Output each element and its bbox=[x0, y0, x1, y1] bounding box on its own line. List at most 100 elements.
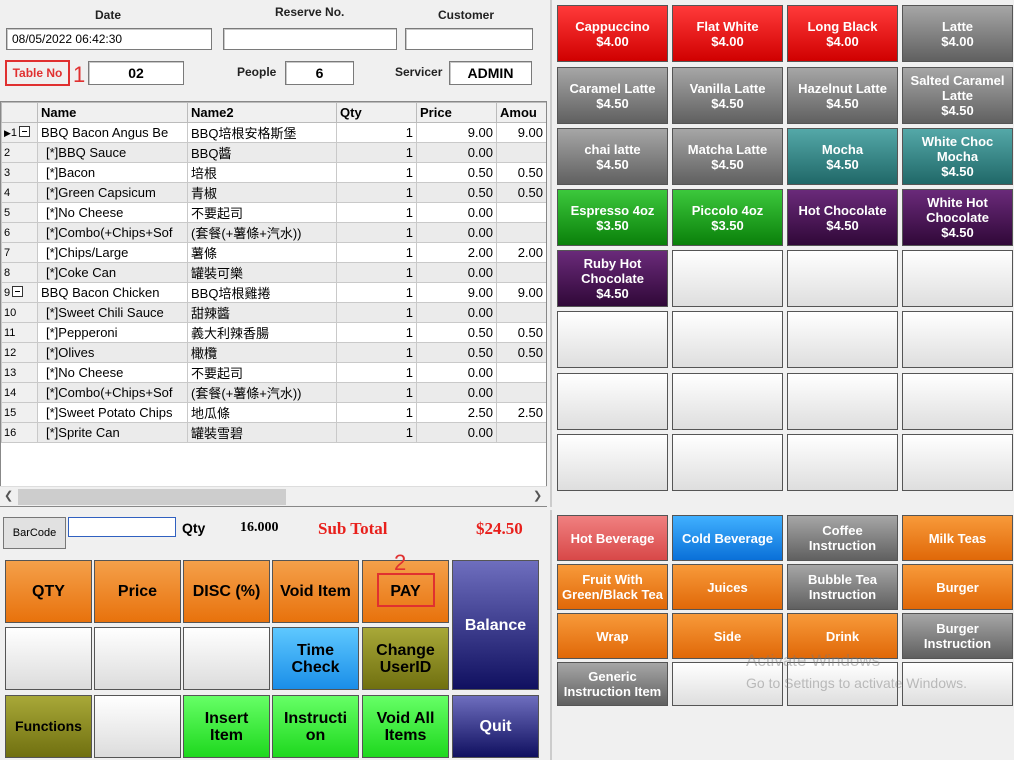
category-button[interactable]: Milk Teas bbox=[902, 515, 1013, 561]
category-button[interactable]: Fruit With Green/Black Tea bbox=[557, 564, 668, 610]
discount-button[interactable]: DISC (%) bbox=[183, 560, 270, 623]
product-button[interactable]: Cappuccino $4.00 bbox=[557, 5, 668, 62]
category-button[interactable]: Coffee Instruction bbox=[787, 515, 898, 561]
product-button[interactable]: Hazelnut Latte $4.50 bbox=[787, 67, 898, 124]
table-row[interactable]: 11 [*]Pepperoni 義大利辣香腸 1 0.50 0.50 bbox=[1, 322, 546, 343]
product-button[interactable]: Matcha Latte $4.50 bbox=[672, 128, 783, 185]
quit-button[interactable]: Quit bbox=[452, 695, 539, 758]
barcode-button[interactable]: BarCode bbox=[3, 517, 66, 549]
reserve-field[interactable] bbox=[223, 28, 397, 50]
row-header[interactable]: 3 bbox=[1, 162, 38, 183]
category-button[interactable]: Bubble Tea Instruction bbox=[787, 564, 898, 610]
table-row[interactable]: 4 [*]Green Capsicum 青椒 1 0.50 0.50 bbox=[1, 182, 546, 203]
product-button[interactable]: Latte $4.00 bbox=[902, 5, 1013, 62]
table-row[interactable]: 6 [*]Combo(+Chips+Sof (套餐(+薯條+汽水)) 1 0.00 bbox=[1, 222, 546, 243]
table-row[interactable]: 3 [*]Bacon 培根 1 0.50 0.50 bbox=[1, 162, 546, 183]
row-header[interactable]: 7 bbox=[1, 242, 38, 263]
void-item-button[interactable]: Void Item bbox=[272, 560, 359, 623]
scroll-right-icon[interactable]: ❯ bbox=[533, 489, 542, 502]
empty-product-slot[interactable] bbox=[672, 250, 783, 307]
category-button[interactable]: Generic Instruction Item bbox=[557, 662, 668, 706]
table-row[interactable]: 2 [*]BBQ Sauce BBQ醬 1 0.00 bbox=[1, 142, 546, 163]
row-header[interactable]: 15 bbox=[1, 402, 38, 423]
row-header[interactable]: 13 bbox=[1, 362, 38, 383]
empty-category-slot[interactable] bbox=[902, 662, 1013, 706]
product-button[interactable]: Caramel Latte $4.50 bbox=[557, 67, 668, 124]
horizontal-scrollbar[interactable]: ❮ ❯ bbox=[0, 486, 547, 506]
table-row[interactable]: 5 [*]No Cheese 不要起司 1 0.00 bbox=[1, 202, 546, 223]
empty-product-slot[interactable] bbox=[557, 373, 668, 430]
table-row[interactable]: 10 [*]Sweet Chili Sauce 甜辣醬 1 0.00 bbox=[1, 302, 546, 323]
product-button[interactable]: Long Black $4.00 bbox=[787, 5, 898, 62]
empty-function-button[interactable] bbox=[183, 627, 270, 690]
empty-product-slot[interactable] bbox=[672, 373, 783, 430]
row-header[interactable]: 16 bbox=[1, 422, 38, 443]
product-button[interactable]: Piccolo 4oz $3.50 bbox=[672, 189, 783, 246]
empty-product-slot[interactable] bbox=[787, 311, 898, 368]
collapse-icon[interactable] bbox=[12, 286, 24, 297]
people-field[interactable]: 6 bbox=[285, 61, 354, 85]
barcode-input[interactable] bbox=[68, 517, 176, 537]
table-row[interactable]: ▶1 BBQ Bacon Angus Be BBQ培根安格斯堡 1 9.00 9.00 bbox=[1, 122, 546, 143]
table-row[interactable]: 13 [*]No Cheese 不要起司 1 0.00 bbox=[1, 362, 546, 383]
product-button[interactable]: Ruby Hot Chocolate $4.50 bbox=[557, 250, 668, 307]
row-header[interactable]: 5 bbox=[1, 202, 38, 223]
instruction-button[interactable]: Instructi on bbox=[272, 695, 359, 758]
row-header[interactable]: 12 bbox=[1, 342, 38, 363]
empty-function-button[interactable] bbox=[5, 627, 92, 690]
empty-product-slot[interactable] bbox=[557, 311, 668, 368]
row-header[interactable]: 4 bbox=[1, 182, 38, 203]
table-no-field[interactable]: 02 bbox=[88, 61, 184, 85]
row-header[interactable]: 9 bbox=[1, 282, 38, 303]
product-button[interactable]: Vanilla Latte $4.50 bbox=[672, 67, 783, 124]
table-row[interactable]: 9 BBQ Bacon Chicken BBQ培根雞捲 1 9.00 9.00 bbox=[1, 282, 546, 303]
column-header-amount[interactable]: Amou bbox=[496, 102, 546, 123]
empty-function-button[interactable] bbox=[94, 627, 181, 690]
collapse-icon[interactable] bbox=[19, 126, 31, 137]
table-row[interactable]: 16 [*]Sprite Can 罐裝雪碧 1 0.00 bbox=[1, 422, 546, 443]
product-button[interactable]: Mocha $4.50 bbox=[787, 128, 898, 185]
row-header[interactable]: 8 bbox=[1, 262, 38, 283]
empty-product-slot[interactable] bbox=[672, 311, 783, 368]
product-button[interactable]: Hot Chocolate $4.50 bbox=[787, 189, 898, 246]
category-button[interactable]: Side bbox=[672, 613, 783, 659]
time-check-button[interactable]: Time Check bbox=[272, 627, 359, 690]
product-button[interactable]: Espresso 4oz $3.50 bbox=[557, 189, 668, 246]
customer-field[interactable] bbox=[405, 28, 533, 50]
scrollbar-thumb[interactable] bbox=[18, 489, 286, 505]
insert-item-button[interactable]: Insert Item bbox=[183, 695, 270, 758]
empty-product-slot[interactable] bbox=[672, 434, 783, 491]
functions-button[interactable]: Functions bbox=[5, 695, 92, 758]
table-row[interactable]: 14 [*]Combo(+Chips+Sof (套餐(+薯條+汽水)) 1 0.00 bbox=[1, 382, 546, 403]
column-header-name[interactable]: Name bbox=[37, 102, 188, 123]
row-header[interactable]: 10 bbox=[1, 302, 38, 323]
category-button[interactable]: Burger bbox=[902, 564, 1013, 610]
row-header[interactable]: 2 bbox=[1, 142, 38, 163]
empty-product-slot[interactable] bbox=[787, 434, 898, 491]
product-button[interactable]: White Choc Mocha $4.50 bbox=[902, 128, 1013, 185]
empty-product-slot[interactable] bbox=[787, 250, 898, 307]
row-header[interactable]: 14 bbox=[1, 382, 38, 403]
change-userid-button[interactable]: Change UserID bbox=[362, 627, 449, 690]
category-button[interactable]: Juices bbox=[672, 564, 783, 610]
table-row[interactable]: 8 [*]Coke Can 罐裝可樂 1 0.00 bbox=[1, 262, 546, 283]
order-grid[interactable]: Name Name2 Qty Price Amou ▶1 BBQ Bacon An… bbox=[0, 101, 547, 507]
product-button[interactable]: Flat White $4.00 bbox=[672, 5, 783, 62]
row-header[interactable]: ▶1 bbox=[1, 122, 38, 143]
table-row[interactable]: 15 [*]Sweet Potato Chips 地瓜條 1 2.50 2.50 bbox=[1, 402, 546, 423]
empty-function-button[interactable] bbox=[94, 695, 181, 758]
empty-product-slot[interactable] bbox=[902, 373, 1013, 430]
empty-product-slot[interactable] bbox=[902, 250, 1013, 307]
empty-category-slot[interactable] bbox=[672, 662, 783, 706]
empty-category-slot[interactable] bbox=[787, 662, 898, 706]
table-row[interactable]: 7 [*]Chips/Large 薯條 1 2.00 2.00 bbox=[1, 242, 546, 263]
category-button[interactable]: Drink bbox=[787, 613, 898, 659]
product-button[interactable]: chai latte $4.50 bbox=[557, 128, 668, 185]
category-button[interactable]: Burger Instruction bbox=[902, 613, 1013, 659]
category-button[interactable]: Cold Beverage bbox=[672, 515, 783, 561]
empty-product-slot[interactable] bbox=[902, 311, 1013, 368]
product-button[interactable]: White Hot Chocolate $4.50 bbox=[902, 189, 1013, 246]
category-button[interactable]: Wrap bbox=[557, 613, 668, 659]
price-button[interactable]: Price bbox=[94, 560, 181, 623]
product-button[interactable]: Salted Caramel Latte $4.50 bbox=[902, 67, 1013, 124]
